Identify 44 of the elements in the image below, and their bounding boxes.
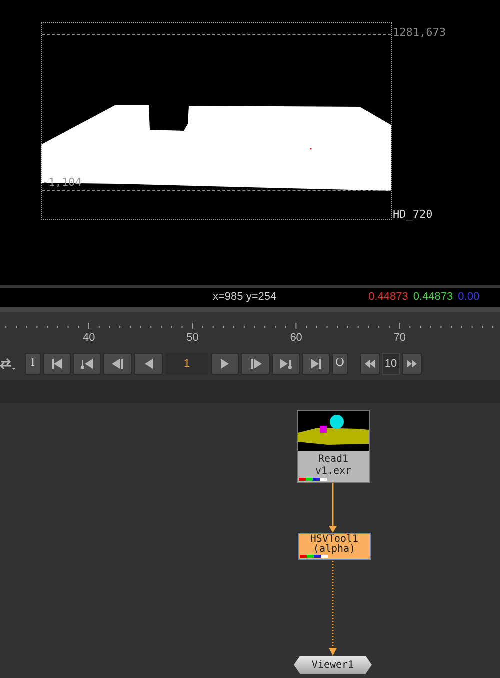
fast-forward-button[interactable] <box>402 352 422 374</box>
in-out-button[interactable]: O <box>332 352 348 374</box>
cursor-position: x=985 y=254 <box>213 290 277 306</box>
connection-arrow <box>329 483 337 533</box>
read-node[interactable]: Read1 v1.exr <box>297 410 370 483</box>
playback-button[interactable] <box>211 352 239 374</box>
step-forward-icon <box>248 358 262 370</box>
playback-button[interactable] <box>73 352 101 374</box>
node-mask: (alpha) <box>313 545 356 555</box>
playback-button[interactable] <box>134 352 163 374</box>
node-name: Read1 <box>318 454 349 466</box>
frame-number: 40 <box>83 332 96 344</box>
previous-keyframe-icon <box>80 358 94 370</box>
loop-icon[interactable] <box>0 356 17 370</box>
playback-button[interactable] <box>241 352 270 374</box>
pixel-value: 0.44873 <box>368 290 408 306</box>
frame-field[interactable]: 1 <box>166 352 208 374</box>
fast-forward-icon <box>407 360 417 368</box>
frame-number: 50 <box>186 332 199 344</box>
increment-field[interactable]: 10 <box>382 352 400 374</box>
pixel-value: 0.00 <box>458 290 480 306</box>
playback-button[interactable] <box>302 352 330 374</box>
rewind-icon <box>365 360 375 368</box>
playback-button[interactable] <box>272 352 300 374</box>
node-name: HSVTool1 <box>310 535 359 545</box>
coordinate-label: 1281,673 <box>393 26 446 39</box>
frame-number: 70 <box>394 332 406 344</box>
format-label: HD_720 <box>393 208 433 221</box>
node-name: Viewer1 <box>312 658 354 672</box>
viewer-node[interactable]: Viewer1 <box>294 656 372 674</box>
in-out-button[interactable]: I <box>25 352 41 374</box>
step-back-icon <box>110 358 124 370</box>
hsv-node[interactable]: HSVTool1 (alpha) <box>298 533 371 560</box>
rewind-button[interactable] <box>360 352 380 374</box>
next-keyframe-icon <box>279 358 293 370</box>
playback-button[interactable] <box>43 352 71 374</box>
node-file: v1.exr <box>315 466 352 478</box>
skip-to-end-icon <box>309 358 323 370</box>
skip-to-start-icon <box>50 358 64 370</box>
playback-button[interactable] <box>103 352 132 374</box>
frame-number: 60 <box>290 332 302 344</box>
pixel-value: 0.44873 <box>413 290 454 306</box>
channel-swatches <box>299 478 327 481</box>
channel-swatches <box>300 555 328 558</box>
